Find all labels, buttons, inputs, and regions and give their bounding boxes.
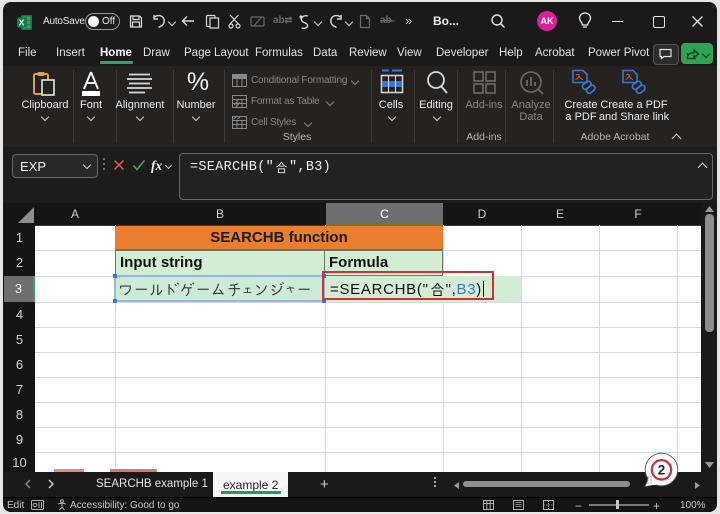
svg-text:2: 2 [658,463,666,478]
svg-text:X: X [19,17,25,27]
